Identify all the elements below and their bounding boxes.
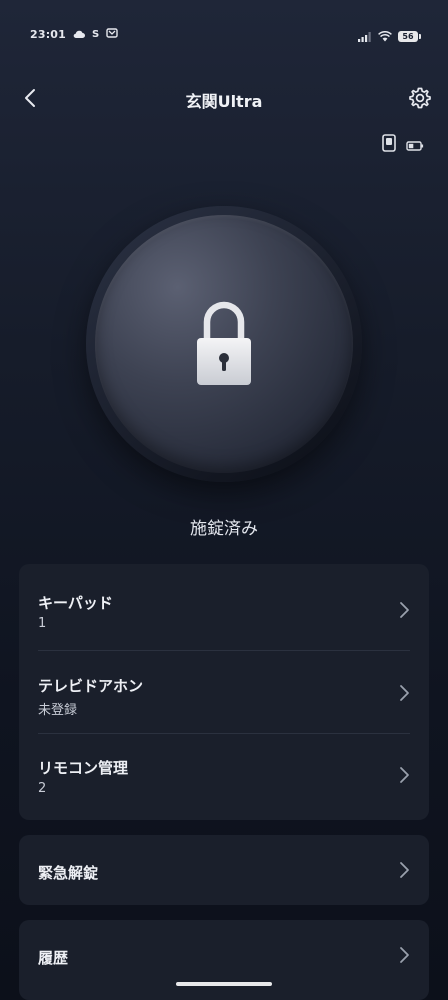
chevron-right-icon: [397, 683, 411, 703]
history-card[interactable]: 履歴: [19, 920, 429, 1000]
chevron-right-icon: [397, 945, 411, 965]
menu-item-video-intercom[interactable]: テレビドアホン 未登録: [19, 651, 429, 733]
menu-item-emergency-unlock[interactable]: 緊急解錠: [19, 835, 429, 905]
settings-button[interactable]: [404, 84, 436, 116]
menu-item-title: 緊急解錠: [38, 864, 99, 882]
chevron-right-icon: [397, 600, 411, 620]
status-right: 56: [358, 27, 421, 46]
chevron-right-icon: [397, 765, 411, 785]
menu-item-value: 1: [38, 616, 47, 631]
menu-item-title: リモコン管理: [38, 759, 129, 777]
lock-state-label: 施錠済み: [190, 519, 258, 539]
chevron-right-icon: [397, 860, 411, 880]
header: 玄関Ultra: [0, 76, 448, 124]
padlock-icon: [196, 298, 252, 390]
emergency-unlock-card[interactable]: 緊急解錠: [19, 835, 429, 905]
app-glyph: S: [92, 29, 100, 40]
home-indicator[interactable]: [176, 982, 272, 986]
lock-toggle-button[interactable]: [95, 215, 353, 473]
battery-level: 56: [402, 32, 414, 41]
page-title: 玄関Ultra: [185, 92, 263, 111]
battery-icon: 56: [398, 31, 421, 42]
signal-icon: [358, 27, 372, 46]
device-battery-icon: [406, 136, 424, 155]
menu-item-title: テレビドアホン: [38, 677, 144, 695]
menu-item-title: 履歴: [38, 949, 69, 967]
cloud-icon: [73, 28, 86, 41]
lock-device-icon: [382, 134, 396, 156]
device-status: [382, 134, 424, 156]
menu-item-title: キーパッド: [38, 594, 113, 612]
settings-card: キーパッド 1 テレビドアホン 未登録 リモコン管理 2: [19, 564, 429, 820]
status-time: 23:01: [30, 28, 67, 41]
status-left: 23:01 S: [30, 28, 118, 41]
notification-icon: [106, 28, 118, 41]
wifi-icon: [378, 27, 392, 46]
status-bar: 23:01 S 56: [0, 0, 448, 70]
menu-item-value: 2: [38, 781, 47, 796]
gear-icon: [408, 86, 432, 114]
menu-item-value: 未登録: [38, 703, 78, 718]
menu-item-history[interactable]: 履歴: [19, 920, 429, 1000]
menu-item-keypad[interactable]: キーパッド 1: [19, 564, 429, 650]
menu-item-remote-management[interactable]: リモコン管理 2: [19, 734, 429, 820]
